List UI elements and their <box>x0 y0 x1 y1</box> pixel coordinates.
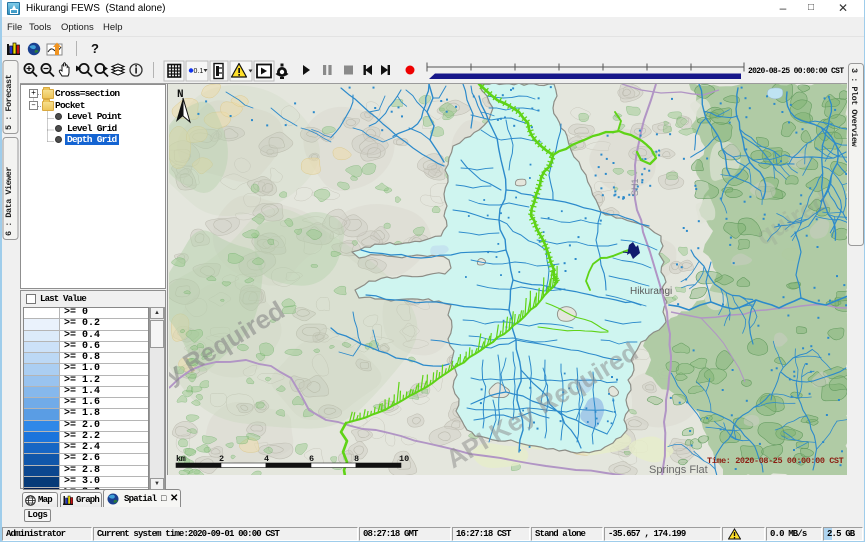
svg-text:6: 6 <box>309 454 314 464</box>
svg-text:km: km <box>176 454 186 464</box>
svg-text:6 : Data Viewer: 6 : Data Viewer <box>4 167 14 236</box>
svg-text:10: 10 <box>399 454 409 464</box>
svg-text:Time: 2020-08-25 00:00:00 CST: Time: 2020-08-25 00:00:00 CST <box>707 456 844 466</box>
svg-text:Hikurangi: Hikurangi <box>630 286 672 297</box>
svg-text:SH1: SH1 <box>630 178 640 196</box>
svg-text:3 : Plot Overview: 3 : Plot Overview <box>849 68 859 148</box>
svg-text:2: 2 <box>219 454 224 464</box>
svg-text:2020-08-25 00:00:00 CST: 2020-08-25 00:00:00 CST <box>748 67 844 76</box>
svg-text:8: 8 <box>354 454 359 464</box>
svg-text:Springs Flat: Springs Flat <box>649 464 708 475</box>
svg-text:?: ? <box>91 41 99 56</box>
svg-text:5 : Forecast: 5 : Forecast <box>4 74 14 130</box>
svg-text:0.1: 0.1 <box>194 68 204 75</box>
svg-text:4: 4 <box>264 454 269 464</box>
